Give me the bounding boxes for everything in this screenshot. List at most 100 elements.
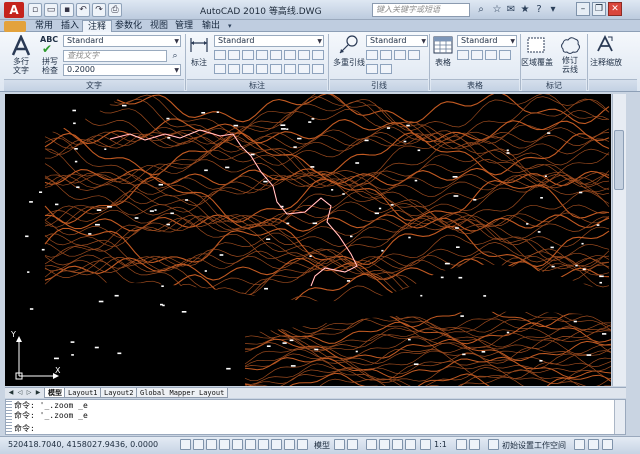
- table-tool-icon[interactable]: [471, 50, 483, 60]
- autoscale-icon[interactable]: [469, 439, 480, 450]
- table-style-combo[interactable]: Standard ▼: [457, 35, 517, 47]
- annotation-scale-icon[interactable]: [596, 34, 614, 53]
- coordinate-readout[interactable]: 520418.7040, 4158027.9436, 0.0000: [8, 440, 158, 449]
- dim-tool-icon[interactable]: [228, 50, 240, 60]
- dimension-button[interactable]: 标注: [187, 57, 211, 68]
- dim-tool-icon[interactable]: [270, 50, 282, 60]
- multiline-text-button[interactable]: 多行 文字: [8, 57, 34, 75]
- leader-tool-icon[interactable]: [408, 50, 420, 60]
- lineweight-icon[interactable]: [284, 439, 295, 450]
- table-icon[interactable]: [433, 35, 453, 55]
- drawing-canvas[interactable]: Y X: [5, 94, 611, 386]
- steeringwheel-icon[interactable]: [392, 439, 403, 450]
- command-scrollbar[interactable]: [614, 400, 625, 434]
- panel-label-table[interactable]: 表格: [431, 79, 519, 91]
- dim-tool-icon[interactable]: [284, 64, 296, 74]
- table-tool-icon[interactable]: [457, 50, 469, 60]
- save-icon[interactable]: ▪: [60, 3, 74, 17]
- table-button[interactable]: 表格: [431, 57, 455, 68]
- print-icon[interactable]: ⎙: [108, 3, 122, 17]
- favorites-icon[interactable]: ★: [518, 3, 532, 17]
- dim-tool-icon[interactable]: [256, 50, 268, 60]
- quickprops-icon[interactable]: [297, 439, 308, 450]
- leader-tool-icon[interactable]: [380, 64, 392, 74]
- tab-view[interactable]: 视图: [145, 20, 173, 32]
- subscription-icon[interactable]: ☆: [490, 3, 504, 17]
- grid-icon[interactable]: [193, 439, 204, 450]
- revcloud-icon[interactable]: [559, 35, 581, 55]
- status-menu-icon[interactable]: [588, 439, 599, 450]
- undo-icon[interactable]: ↶: [76, 3, 90, 17]
- leader-style-combo[interactable]: Standard ▼: [366, 35, 428, 47]
- lock-icon[interactable]: [574, 439, 585, 450]
- contour-drawing[interactable]: [5, 94, 611, 386]
- restore-button[interactable]: ❐: [592, 2, 606, 16]
- redo-icon[interactable]: ↷: [92, 3, 106, 17]
- find-text-input[interactable]: 查找文字: [63, 50, 167, 62]
- minimize-button[interactable]: –: [576, 2, 590, 16]
- workspace-switch[interactable]: 初始设置工作空间: [502, 440, 566, 451]
- wipeout-icon[interactable]: [526, 35, 546, 55]
- vertical-scroll-thumb[interactable]: [614, 130, 624, 190]
- otrack-icon[interactable]: [245, 439, 256, 450]
- leader-tool-icon[interactable]: [366, 64, 378, 74]
- last-layout-icon[interactable]: ▶: [34, 388, 42, 397]
- panel-label-text[interactable]: 文字: [4, 79, 184, 91]
- multiline-text-icon[interactable]: [10, 33, 32, 57]
- dim-style-combo[interactable]: Standard ▼: [214, 35, 324, 47]
- text-height-combo[interactable]: 0.2000 ▼: [63, 64, 181, 76]
- table-tool-icon[interactable]: [485, 50, 497, 60]
- dim-tool-icon[interactable]: [256, 64, 268, 74]
- pan-icon[interactable]: [366, 439, 377, 450]
- communication-icon[interactable]: ✉: [504, 3, 518, 17]
- polar-icon[interactable]: [219, 439, 230, 450]
- panel-label-markup[interactable]: 标记: [522, 79, 586, 91]
- tab-insert[interactable]: 插入: [56, 20, 84, 32]
- model-space-button[interactable]: 模型: [314, 440, 330, 451]
- dim-tool-icon[interactable]: [228, 64, 240, 74]
- help-search-input[interactable]: 键入关键字或短语: [372, 3, 470, 17]
- tab-layout1[interactable]: Layout1: [64, 388, 102, 398]
- close-button[interactable]: ✕: [608, 2, 622, 16]
- ortho-icon[interactable]: [206, 439, 217, 450]
- leader-tool-icon[interactable]: [394, 50, 406, 60]
- ducs-icon[interactable]: [258, 439, 269, 450]
- dim-tool-icon[interactable]: [214, 50, 226, 60]
- new-icon[interactable]: ▫: [28, 3, 42, 17]
- zoom-icon[interactable]: [379, 439, 390, 450]
- panel-label-leader[interactable]: 引线: [330, 79, 428, 91]
- next-layout-icon[interactable]: ▷: [25, 388, 33, 397]
- command-prompt[interactable]: 命令:: [14, 423, 35, 434]
- tabs-minimize-icon[interactable]: ▾: [228, 21, 238, 31]
- dim-tool-icon[interactable]: [284, 50, 296, 60]
- annotation-scale-value[interactable]: 1:1: [434, 440, 447, 449]
- autocad-logo-icon[interactable]: A: [4, 2, 24, 18]
- dim-tool-icon[interactable]: [298, 64, 310, 74]
- osnap-icon[interactable]: [232, 439, 243, 450]
- snap-icon[interactable]: [180, 439, 191, 450]
- search-icon[interactable]: ⌕: [474, 3, 488, 17]
- open-icon[interactable]: ▭: [44, 3, 58, 17]
- annotation-visibility-icon[interactable]: [456, 439, 467, 450]
- spellcheck-button[interactable]: 拼写 检查: [38, 57, 62, 75]
- tab-model[interactable]: 模型: [44, 388, 66, 398]
- wipeout-button[interactable]: 区域覆盖: [521, 57, 553, 68]
- prev-layout-icon[interactable]: ◁: [16, 388, 24, 397]
- dim-tool-icon[interactable]: [312, 64, 324, 74]
- dyn-icon[interactable]: [271, 439, 282, 450]
- multileader-button[interactable]: 多重引线: [330, 57, 368, 68]
- tab-home[interactable]: 常用: [30, 20, 58, 32]
- tab-layout2[interactable]: Layout2: [100, 388, 138, 398]
- command-window[interactable]: [5, 399, 626, 435]
- dim-tool-icon[interactable]: [214, 64, 226, 74]
- text-style-combo[interactable]: Standard ▼: [63, 35, 181, 47]
- clean-screen-icon[interactable]: [602, 439, 613, 450]
- quickview-layouts-icon[interactable]: [334, 439, 345, 450]
- panel-label-scale[interactable]: [589, 79, 637, 91]
- panel-label-dimension[interactable]: 标注: [187, 79, 327, 91]
- dim-tool-icon[interactable]: [298, 50, 310, 60]
- showmotion-icon[interactable]: [405, 439, 416, 450]
- find-icon[interactable]: ⌕: [169, 50, 181, 62]
- first-layout-icon[interactable]: ◀: [7, 388, 15, 397]
- tab-output[interactable]: 输出: [197, 20, 225, 32]
